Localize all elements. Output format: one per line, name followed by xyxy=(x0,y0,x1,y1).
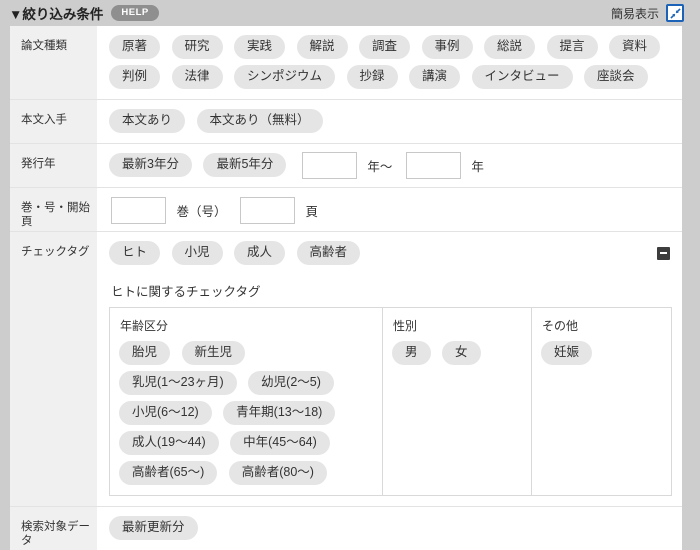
row-label: 巻・号・開始頁 xyxy=(10,188,97,231)
filter-pill[interactable]: 乳児(1～23ヶ月) xyxy=(119,371,237,395)
filter-row-volume: 巻・号・開始頁 巻（号） 頁 xyxy=(10,187,682,231)
volume-input[interactable] xyxy=(111,197,166,224)
filter-row-fulltext: 本文入手 本文あり 本文あり（無料） xyxy=(10,99,682,143)
filter-pill[interactable]: 成人(19～44) xyxy=(119,431,219,455)
filter-pill[interactable]: 妊娠 xyxy=(541,341,593,365)
row-label: 論文種類 xyxy=(10,26,97,99)
shrink-arrows-icon xyxy=(669,7,681,19)
collapse-checktag-button[interactable] xyxy=(657,246,670,260)
column-heading: 性別 xyxy=(393,319,418,333)
filter-pill[interactable]: 判例 xyxy=(109,65,161,89)
fulltext-pills: 本文あり 本文あり（無料） xyxy=(97,100,682,143)
filter-pill[interactable]: 胎児 xyxy=(119,341,171,365)
page-input[interactable] xyxy=(239,197,295,224)
filter-pill[interactable]: 高齢者(80～) xyxy=(228,461,327,485)
filter-pill[interactable]: 事例 xyxy=(421,35,473,59)
filter-pill[interactable]: 解説 xyxy=(296,35,348,59)
filter-pill[interactable]: 男 xyxy=(392,341,431,365)
filter-pill[interactable]: 小児(6～12) xyxy=(119,401,212,425)
filter-row-pub-year: 発行年 最新3年分 最新5年分 年～ 年 xyxy=(10,143,682,187)
filter-section-header: ▼絞り込み条件 HELP 簡易表示 xyxy=(0,0,700,26)
filter-pill[interactable]: 女 xyxy=(442,341,481,365)
filter-pill[interactable]: 小児 xyxy=(171,241,223,265)
year-from-suffix: 年～ xyxy=(367,159,393,174)
filter-pill[interactable]: 調査 xyxy=(359,35,411,59)
column-heading: その他 xyxy=(542,319,579,333)
filter-pill[interactable]: 最新5年分 xyxy=(203,153,287,177)
filter-pill[interactable]: 座談会 xyxy=(584,65,648,89)
other-column: その他 妊娠 xyxy=(531,308,671,495)
filter-pill[interactable]: 成人 xyxy=(234,241,286,265)
filter-pill[interactable]: 新生児 xyxy=(181,341,246,365)
filter-pill[interactable]: 提言 xyxy=(546,35,598,59)
filter-pill[interactable]: 研究 xyxy=(171,35,223,59)
filter-pill[interactable]: ヒト xyxy=(109,241,161,265)
page-suffix: 頁 xyxy=(305,205,318,219)
human-checktag-panel: 年齢区分 胎児 新生児 乳児(1～23ヶ月) 幼児(2～5) 小児(6～12) … xyxy=(109,307,672,496)
gender-column: 性別 男 女 xyxy=(382,308,531,495)
filter-pill[interactable]: 原著 xyxy=(109,35,161,59)
column-heading: 年齢区分 xyxy=(120,319,169,333)
year-from-input[interactable] xyxy=(301,151,357,179)
filter-pill[interactable]: 本文あり xyxy=(109,109,186,133)
year-to-suffix: 年 xyxy=(471,159,484,174)
filter-pill[interactable]: 高齢者(65～) xyxy=(119,461,218,485)
age-category-column: 年齢区分 胎児 新生児 乳児(1～23ヶ月) 幼児(2～5) 小児(6～12) … xyxy=(110,308,382,495)
article-type-pills: 原著 研究 実践 解説 調査 事例 総説 提言 資料 判例 法律 シンポジウム … xyxy=(97,26,682,99)
checktag-pills: ヒト 小児 成人 高齢者 xyxy=(109,238,368,268)
filter-pill[interactable]: 青年期(13～18) xyxy=(223,401,336,425)
filter-section-title[interactable]: ▼絞り込み条件 xyxy=(9,3,103,23)
filter-pill[interactable]: 高齢者 xyxy=(296,241,361,265)
row-label: 本文入手 xyxy=(10,100,97,143)
filter-pill[interactable]: 資料 xyxy=(609,35,661,59)
filter-pill[interactable]: シンポジウム xyxy=(234,65,336,89)
simple-view-label[interactable]: 簡易表示 xyxy=(611,5,659,22)
pub-year-controls: 最新3年分 最新5年分 年～ 年 xyxy=(97,144,682,187)
filter-pill[interactable]: 総説 xyxy=(484,35,536,59)
year-to-input[interactable] xyxy=(405,151,461,179)
filter-pill[interactable]: 抄録 xyxy=(346,65,398,89)
filter-panel: 論文種類 原著 研究 実践 解説 調査 事例 総説 提言 資料 判例 法律 シン… xyxy=(10,26,682,550)
filter-pill[interactable]: 実践 xyxy=(234,35,286,59)
row-label: 発行年 xyxy=(10,144,97,187)
help-button[interactable]: HELP xyxy=(111,5,159,21)
filter-row-search-target: 検索対象データ 最新更新分 xyxy=(10,506,682,550)
filter-row-article-type: 論文種類 原著 研究 実践 解説 調査 事例 総説 提言 資料 判例 法律 シン… xyxy=(10,26,682,99)
filter-pill[interactable]: 最新更新分 xyxy=(109,516,198,540)
filter-pill[interactable]: 中年(45～64) xyxy=(230,431,330,455)
filter-row-checktag: チェックタグ ヒト 小児 成人 高齢者 ヒトに関するチェックタグ 年齢区分 胎児… xyxy=(10,231,682,506)
row-label: チェックタグ xyxy=(10,232,97,506)
filter-pill[interactable]: 講演 xyxy=(409,65,461,89)
human-checktag-title: ヒトに関するチェックタグ xyxy=(111,285,261,299)
filter-pill[interactable]: 法律 xyxy=(171,65,223,89)
filter-pill[interactable]: 本文あり（無料） xyxy=(196,109,323,133)
filter-pill[interactable]: インタビュー xyxy=(471,65,573,89)
filter-pill[interactable]: 幼児(2～5) xyxy=(248,371,334,395)
collapse-panel-button[interactable] xyxy=(666,4,684,22)
filter-pill[interactable]: 最新3年分 xyxy=(109,153,192,177)
volume-suffix: 巻（号） xyxy=(176,205,227,219)
row-label: 検索対象データ xyxy=(10,507,97,550)
volume-controls: 巻（号） 頁 xyxy=(97,188,682,231)
checktag-area: ヒト 小児 成人 高齢者 ヒトに関するチェックタグ 年齢区分 胎児 新生児 乳児… xyxy=(97,232,682,506)
search-target-pills: 最新更新分 xyxy=(97,507,682,550)
